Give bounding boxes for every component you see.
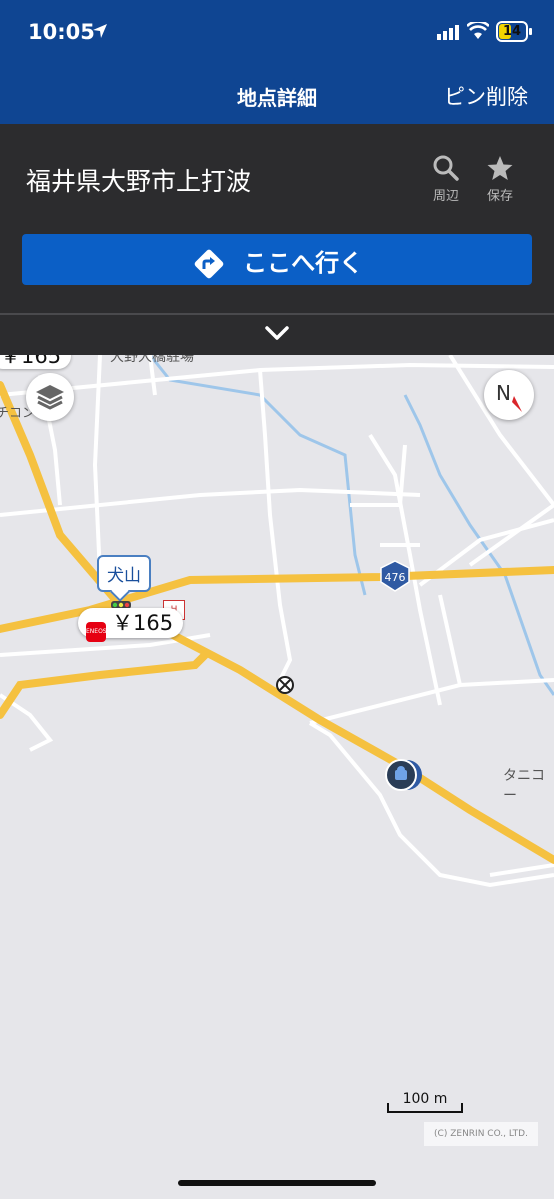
fuel-price-label: ￥165 xyxy=(112,611,174,635)
status-bar: 10:05 14 xyxy=(0,0,554,66)
remove-pin-button[interactable]: ピン削除 xyxy=(444,81,528,111)
place-name: 福井県大野市上打波 xyxy=(26,167,252,196)
save-label: 保存 xyxy=(486,189,513,204)
home-indicator[interactable] xyxy=(178,1180,376,1186)
speed-camera-icon[interactable] xyxy=(385,757,425,793)
battery-level: 14 xyxy=(502,24,522,39)
star-icon xyxy=(487,156,513,180)
place-detail-panel: 福井県大野市上打波 周辺 保存 ここへ行く xyxy=(0,124,554,355)
svg-text:N: N xyxy=(496,381,511,405)
map-copyright: (C) ZENRIN CO., LTD. xyxy=(424,1122,538,1146)
nearby-button[interactable]: 周辺 xyxy=(426,154,466,204)
compass-button[interactable]: N xyxy=(484,370,534,420)
fuel-price-badge[interactable]: ENEOS ￥165 xyxy=(78,608,184,642)
place-label-callout[interactable]: 犬山 xyxy=(97,555,151,592)
cellular-signal-icon xyxy=(437,25,459,40)
chevron-down-icon[interactable] xyxy=(264,324,290,342)
route-shield-icon: 476 xyxy=(380,560,410,592)
nearby-label: 周辺 xyxy=(432,189,459,204)
map-view[interactable]: ￥165 大野大橋駐場 チコン N 犬山 H ENEOS￥165 476 タニコ… xyxy=(0,355,554,1199)
map-label-top: 大野大橋駐場 xyxy=(110,355,194,365)
battery-icon: 14 xyxy=(496,21,528,42)
poi-label: タニコー xyxy=(503,768,545,804)
layers-icon xyxy=(36,385,64,410)
route-number: 476 xyxy=(385,571,406,584)
map-layers-button[interactable] xyxy=(26,373,74,421)
location-arrow-icon xyxy=(93,24,107,38)
gas-station-brand-icon: ENEOS xyxy=(86,622,107,642)
panel-divider xyxy=(0,313,554,315)
save-button[interactable]: 保存 xyxy=(480,154,520,204)
fuel-price-badge-edge[interactable]: ￥165 xyxy=(0,355,72,369)
directions-icon xyxy=(194,249,224,279)
wifi-icon xyxy=(467,22,489,39)
status-time: 10:05 xyxy=(28,20,95,44)
pin-target-icon xyxy=(276,676,294,694)
go-here-label: ここへ行く xyxy=(243,249,364,277)
go-here-button[interactable]: ここへ行く xyxy=(22,234,532,285)
search-icon xyxy=(433,155,459,181)
map-scale: 100 m xyxy=(387,1091,463,1113)
navigation-bar: 地点詳細 ピン削除 xyxy=(0,66,554,124)
compass-icon: N xyxy=(496,381,522,412)
map-roads xyxy=(0,355,554,888)
